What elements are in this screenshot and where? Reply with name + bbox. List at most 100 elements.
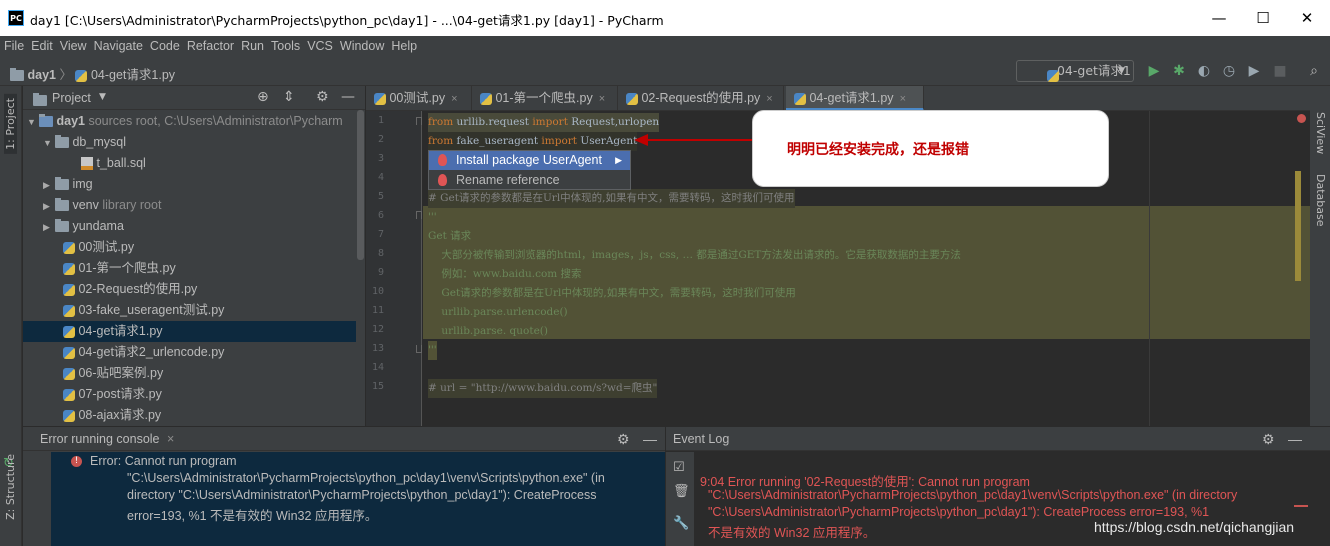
debug-icon[interactable]: ✱ bbox=[1171, 63, 1187, 79]
mark-read-icon[interactable]: ☑ bbox=[673, 460, 685, 475]
fold-marker-icon[interactable] bbox=[416, 117, 422, 125]
project-scrollbar-thumb[interactable] bbox=[357, 110, 364, 260]
profile-icon[interactable]: ◷ bbox=[1221, 63, 1237, 79]
python-file-icon bbox=[63, 346, 75, 359]
database-tool-tab[interactable]: Database bbox=[1314, 174, 1327, 227]
chevron-down-icon[interactable]: ▼ bbox=[99, 92, 106, 102]
run-icon[interactable]: ▶ bbox=[1146, 63, 1162, 79]
code-line-12: urllib.parse. quote() bbox=[428, 325, 548, 337]
tab-00-test[interactable]: 00测试.py × bbox=[366, 86, 472, 111]
folder-icon bbox=[55, 198, 69, 212]
concurrency-icon[interactable]: ▶ bbox=[1246, 63, 1262, 79]
tree-item-file-selected[interactable]: 04-get请求1.py bbox=[23, 321, 356, 342]
collapse-all-icon[interactable]: ⇕ bbox=[283, 89, 295, 105]
run-config-select[interactable]: 04-get请求1 ▼ bbox=[1016, 60, 1134, 82]
tree-item-venv[interactable]: ▶ venv library root bbox=[23, 195, 356, 216]
menu-file[interactable]: File bbox=[1, 36, 27, 56]
console-output[interactable]: ! Error: Cannot run program "C:\Users\Ad… bbox=[51, 452, 665, 546]
close-tab-icon[interactable]: × bbox=[599, 93, 605, 105]
search-icon[interactable]: ⌕ bbox=[1306, 63, 1322, 79]
project-view-icon bbox=[33, 93, 47, 106]
tree-item-file[interactable]: 08-ajax请求.py bbox=[23, 405, 356, 426]
menu-tools[interactable]: Tools bbox=[268, 36, 303, 56]
folder-icon bbox=[39, 114, 53, 128]
tree-item-file[interactable]: 06-贴吧案例.py bbox=[23, 363, 356, 384]
close-button[interactable]: ✕ bbox=[1284, 4, 1330, 32]
locate-icon[interactable]: ⊕ bbox=[257, 89, 269, 105]
callout-arrow-head-icon bbox=[634, 134, 648, 146]
python-file-icon bbox=[63, 367, 75, 380]
tree-item-file[interactable]: 02-Request的使用.py bbox=[23, 279, 356, 300]
code-line-11: urllib.parse.urlencode() bbox=[428, 306, 568, 318]
tree-root[interactable]: ▼ day1 sources root, C:\Users\Administra… bbox=[23, 111, 356, 132]
maximize-button[interactable]: ☐ bbox=[1240, 4, 1286, 32]
line-number: 4 bbox=[377, 172, 384, 183]
close-tab-icon[interactable]: × bbox=[900, 93, 906, 105]
line-number: 10 bbox=[371, 286, 384, 297]
folder-icon bbox=[10, 68, 24, 82]
close-tab-icon[interactable]: × bbox=[766, 93, 772, 105]
scroll-marker bbox=[1295, 171, 1301, 281]
close-tab-icon[interactable]: × bbox=[167, 432, 174, 446]
close-tab-icon[interactable]: × bbox=[451, 93, 457, 105]
project-tool-tab[interactable]: 1: Project bbox=[4, 94, 17, 154]
tree-item-file[interactable]: 00测试.py bbox=[23, 237, 356, 258]
gear-icon[interactable]: ⚙ bbox=[617, 427, 630, 451]
error-indicator-icon[interactable] bbox=[1297, 114, 1306, 123]
coverage-icon[interactable]: ◐ bbox=[1196, 63, 1212, 79]
folder-icon bbox=[55, 219, 69, 233]
tree-item-file[interactable]: 03-fake_useragent测试.py bbox=[23, 300, 356, 321]
hide-panel-icon[interactable]: — bbox=[643, 427, 657, 451]
rename-reference-option[interactable]: Rename reference bbox=[429, 171, 630, 190]
editor-tab-bar: 00测试.py × 01-第一个爬虫.py × 02-Request的使用.py × … bbox=[366, 86, 1310, 111]
minimize-button[interactable]: — bbox=[1196, 4, 1242, 32]
menu-run[interactable]: Run bbox=[238, 36, 267, 56]
tree-item-detail: library root bbox=[102, 198, 162, 212]
menu-view[interactable]: View bbox=[57, 36, 90, 56]
hide-panel-icon[interactable]: — bbox=[341, 89, 355, 105]
line-number: 6 bbox=[377, 210, 384, 221]
console-tab-title[interactable]: Error running console bbox=[40, 432, 160, 446]
structure-tool-tab[interactable]: Z: Structure bbox=[4, 454, 17, 520]
trash-icon[interactable]: 🗑 bbox=[673, 484, 690, 499]
project-view-title[interactable]: Project bbox=[52, 91, 91, 105]
menu-vcs[interactable]: VCS bbox=[304, 36, 336, 56]
fold-marker-icon[interactable] bbox=[416, 345, 422, 353]
breadcrumb-project[interactable]: day1 bbox=[27, 68, 56, 82]
folder-icon bbox=[55, 135, 69, 149]
event-log-line: "C:\Users\Administrator\PycharmProjects\… bbox=[708, 505, 1210, 519]
hide-panel-icon[interactable]: — bbox=[1288, 427, 1302, 451]
gear-icon[interactable]: ⚙ bbox=[1262, 427, 1275, 451]
tree-item-file[interactable]: 01-第一个爬虫.py bbox=[23, 258, 356, 279]
menu-navigate[interactable]: Navigate bbox=[91, 36, 146, 56]
stop-icon[interactable]: ■ bbox=[1272, 63, 1288, 79]
sciview-tool-tab[interactable]: SciView bbox=[1314, 112, 1327, 154]
wrench-icon[interactable]: 🔧 bbox=[673, 516, 689, 531]
tree-item-t-ball-sql[interactable]: t_ball.sql bbox=[23, 153, 356, 174]
code-line-9: 例如：www.baidu.com 搜索 bbox=[428, 268, 582, 280]
tree-item-db-mysql[interactable]: ▼ db_mysql bbox=[23, 132, 356, 153]
python-file-icon bbox=[626, 92, 638, 105]
project-panel: Project ▼ ⊕ ⇕ ⚙ — ▼ day1 sources root, C… bbox=[23, 86, 365, 426]
python-config-icon bbox=[1047, 69, 1059, 82]
tab-04-get-request-1[interactable]: 04-get请求1.py × bbox=[786, 86, 924, 111]
event-log-toolbar: ☑ 🗑 🔧 bbox=[666, 452, 694, 546]
menu-window[interactable]: Window bbox=[337, 36, 387, 56]
tree-item-img[interactable]: ▶ img bbox=[23, 174, 356, 195]
tree-item-yundama[interactable]: ▶ yundama bbox=[23, 216, 356, 237]
tab-02-request[interactable]: 02-Request的使用.py × bbox=[618, 86, 784, 111]
tree-item-file[interactable]: 07-post请求.py bbox=[23, 384, 356, 405]
callout-arrow-line bbox=[648, 139, 754, 141]
menu-edit[interactable]: Edit bbox=[28, 36, 56, 56]
line-number: 3 bbox=[377, 153, 384, 164]
menu-help[interactable]: Help bbox=[388, 36, 420, 56]
tree-item-file[interactable]: 04-get请求2_urlencode.py bbox=[23, 342, 356, 363]
breadcrumb-file[interactable]: 04-get请求1.py bbox=[91, 68, 175, 82]
install-package-option[interactable]: Install package UserAgent ▶ bbox=[429, 151, 630, 170]
menu-code[interactable]: Code bbox=[147, 36, 183, 56]
tab-01-first-spider[interactable]: 01-第一个爬虫.py × bbox=[472, 86, 618, 111]
menu-refactor[interactable]: Refactor bbox=[184, 36, 237, 56]
fold-marker-icon[interactable] bbox=[416, 211, 422, 219]
event-log-title[interactable]: Event Log bbox=[673, 432, 729, 446]
gear-icon[interactable]: ⚙ bbox=[316, 89, 329, 105]
